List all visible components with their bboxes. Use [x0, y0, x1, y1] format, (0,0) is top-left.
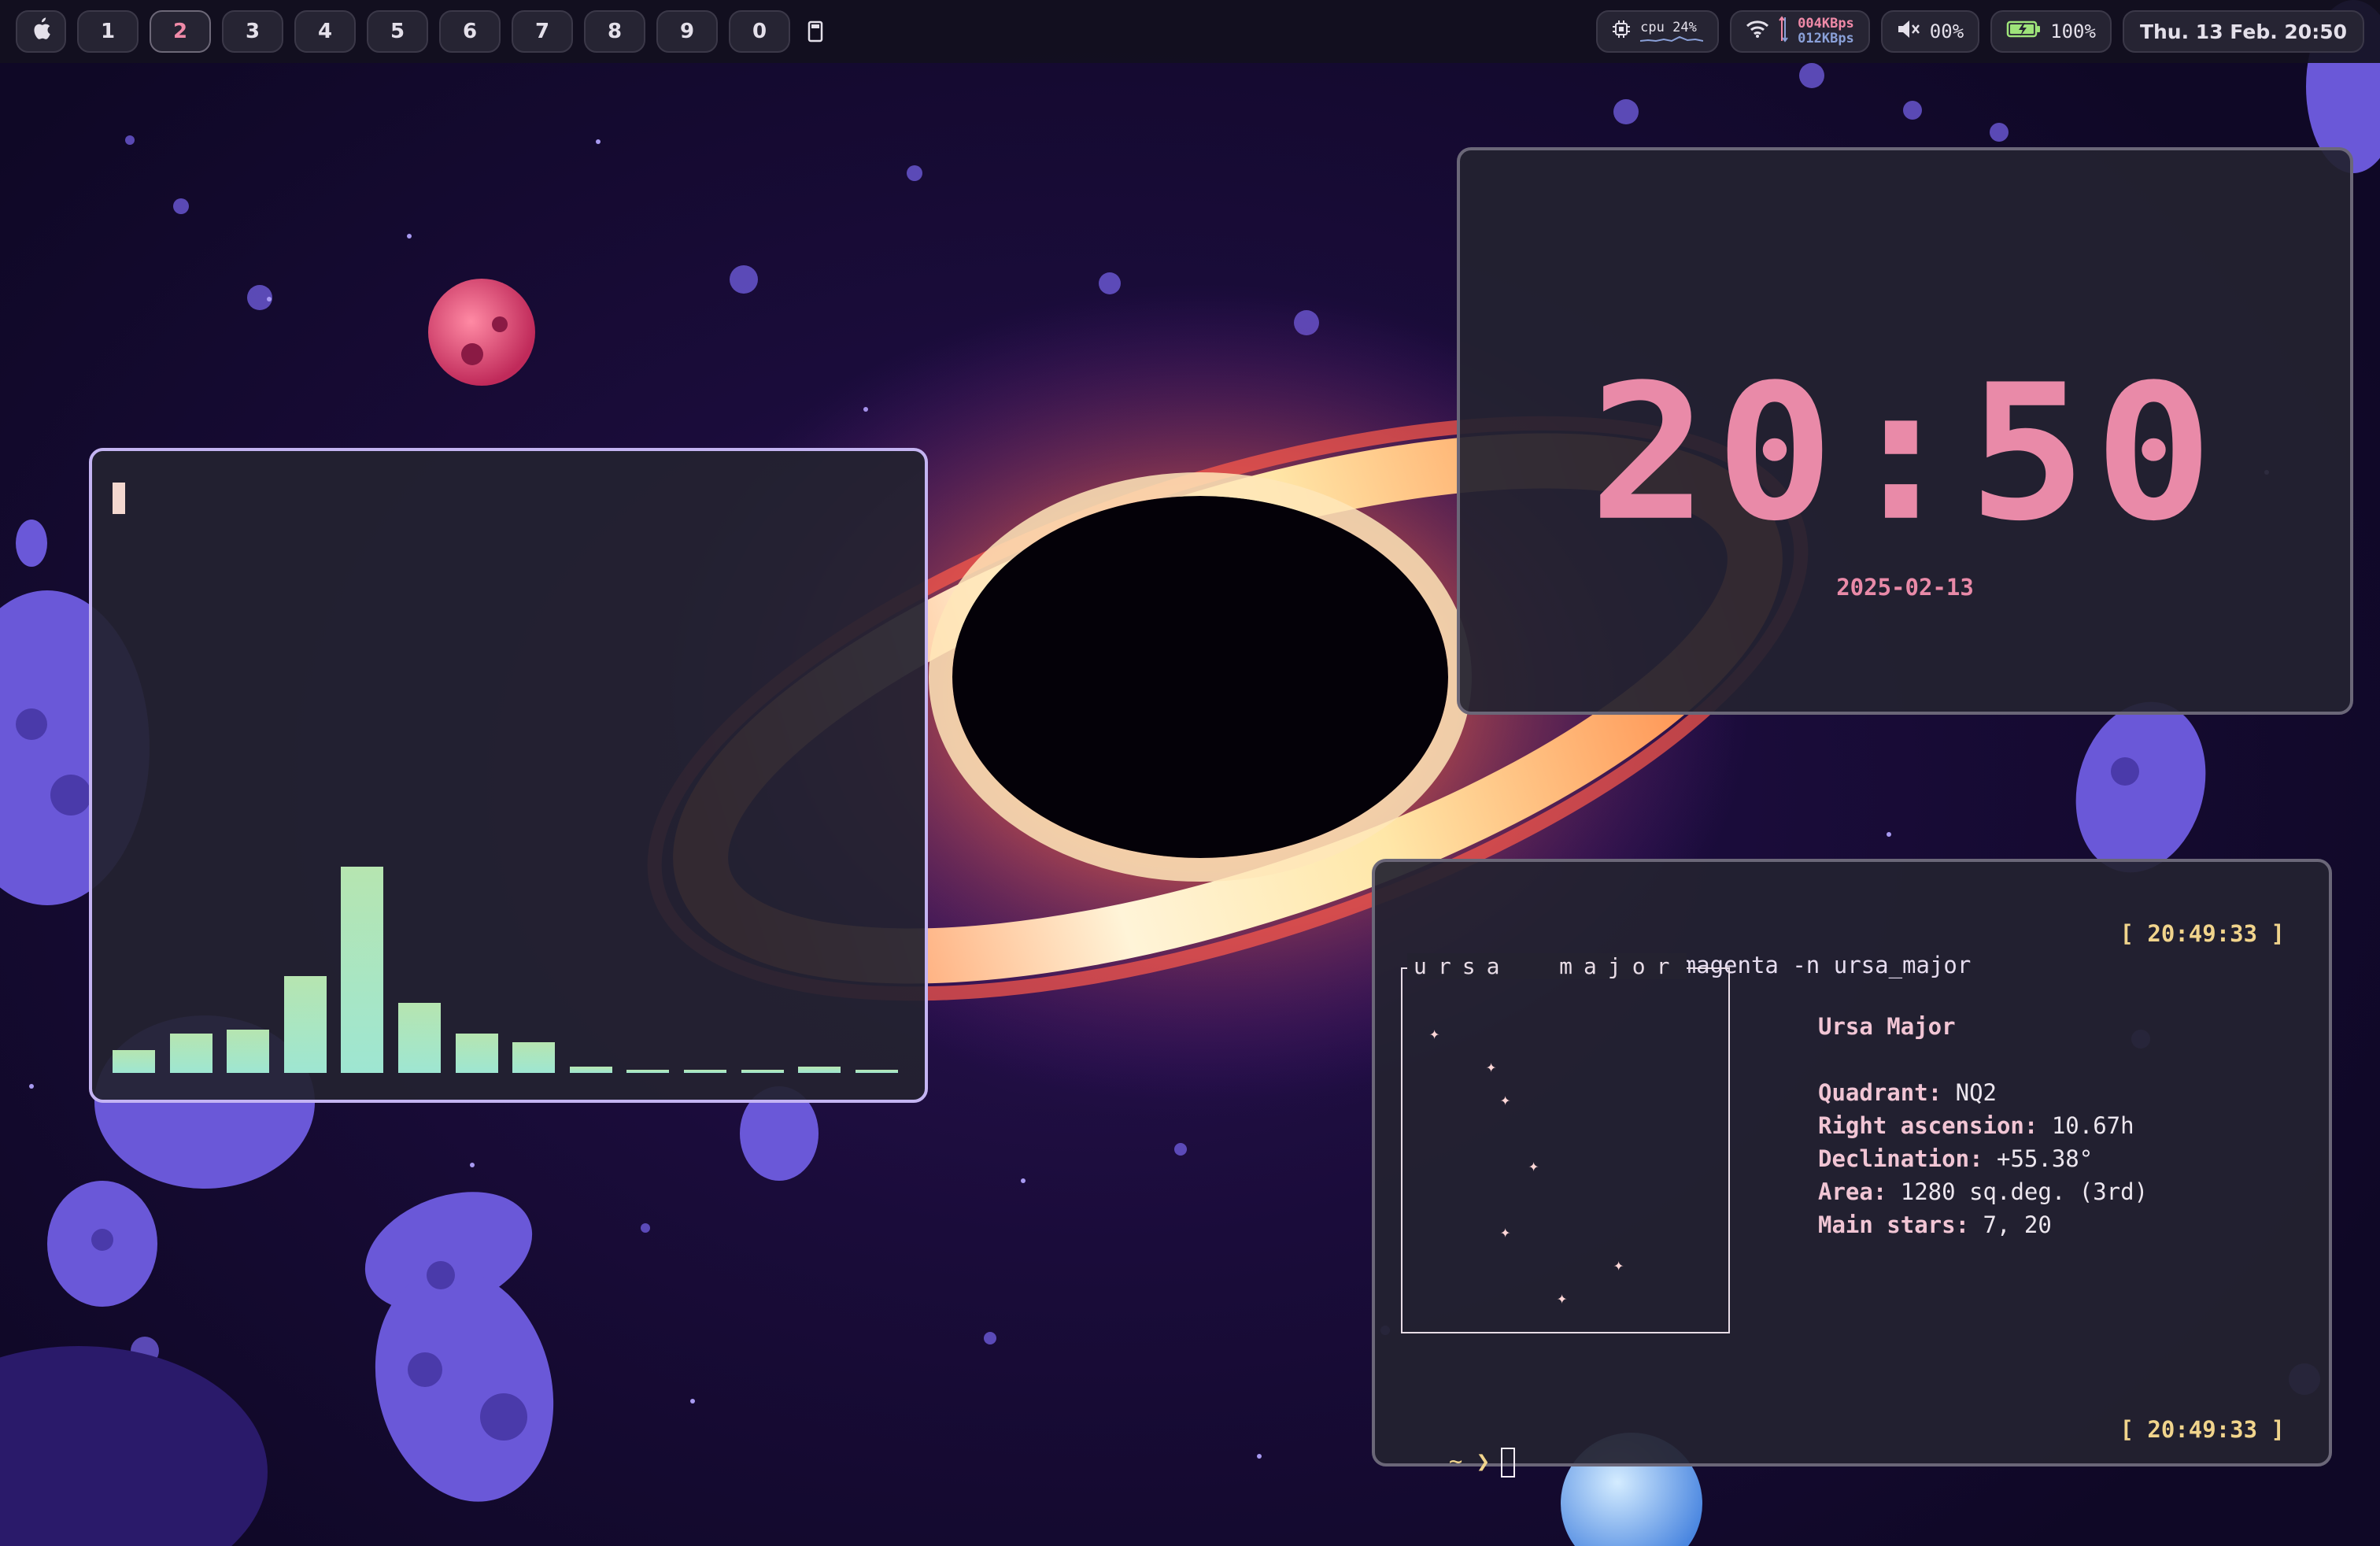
workspace-0-button[interactable]: 0: [729, 10, 790, 53]
info-row-area: Area: 1280 sq.deg. (3rd): [1818, 1178, 2149, 1205]
constellation-info: Ursa Major Quadrant: NQ2 Right ascension…: [1818, 1010, 2148, 1241]
workspace-switcher: 1 2 3 4 5 6 7 8 9 0: [16, 10, 830, 53]
star-5: ✦: [1500, 1222, 1511, 1242]
visualizer-bar: [455, 1034, 498, 1073]
info-value: NQ2: [1955, 1079, 1997, 1106]
workspace-label: 8: [607, 20, 623, 43]
menu-bar: 1 2 3 4 5 6 7 8 9 0 cpu 24% 004KBps 012K…: [0, 0, 2380, 63]
visualizer-bar: [341, 867, 384, 1073]
visualizer-bar: [569, 1067, 612, 1073]
workspace-label: 0: [752, 20, 767, 43]
input-line[interactable]: ~ ❯ [ 20:49:33 ]: [1394, 1414, 2285, 1478]
clock-time: 20:50: [1589, 344, 2221, 562]
input-caret: [1501, 1448, 1516, 1478]
volume-value: 00%: [1929, 20, 1964, 43]
visualizer-bar: [626, 1070, 670, 1073]
constellation-name: Ursa Major: [1818, 1013, 1956, 1040]
workspace-label: 1: [100, 20, 116, 43]
battery-widget[interactable]: 100%: [1990, 10, 2112, 53]
workspace-9-button[interactable]: 9: [656, 10, 718, 53]
info-value: 1280 sq.deg. (3rd): [1900, 1178, 2149, 1205]
info-value: +55.38°: [1996, 1145, 2094, 1172]
star-1: ✦: [1429, 1024, 1440, 1044]
cpu-value: 24%: [1672, 20, 1697, 35]
battery-charging-icon: [2006, 20, 2041, 43]
command-timestamp: [ 20:49:33 ]: [2119, 920, 2285, 947]
visualizer-bar: [283, 975, 327, 1073]
workspace-8-button[interactable]: 8: [584, 10, 645, 53]
window-layout-icon[interactable]: [801, 10, 830, 53]
workspace-3-button[interactable]: 3: [222, 10, 283, 53]
command-line: ~ ❯ starfetch -c magenta -n ursa_major […: [1394, 918, 2285, 978]
cpu-label: cpu: [1640, 20, 1665, 35]
visualizer-bar: [227, 1029, 270, 1073]
star-2: ✦: [1486, 1057, 1497, 1077]
star-7: ✦: [1557, 1289, 1568, 1308]
constellation-box: ursa major ✦ ✦ ✦ ✦ ✦ ✦ ✦: [1401, 953, 1730, 1333]
info-row-right-ascension: Right ascension: 10.67h: [1818, 1112, 2134, 1139]
star-6: ✦: [1613, 1256, 1624, 1275]
battery-value: 100%: [2050, 20, 2096, 43]
visualizer-bar: [113, 1050, 155, 1073]
visualizer-bar: [855, 1070, 898, 1073]
workspace-2-button[interactable]: 2: [150, 10, 211, 53]
cpu-chip-icon: [1612, 20, 1631, 43]
audio-visualizer-window[interactable]: [89, 448, 928, 1103]
clock-window[interactable]: 20:50 2025-02-13: [1457, 147, 2353, 715]
visualizer-bars: [113, 845, 904, 1073]
workspace-label: 5: [390, 20, 405, 43]
visualizer-bar: [512, 1041, 556, 1073]
info-row-main-stars: Main stars: 7, 20: [1818, 1211, 2052, 1238]
visualizer-bar: [398, 1002, 441, 1073]
wifi-icon: [1746, 20, 1769, 43]
workspace-6-button[interactable]: 6: [439, 10, 501, 53]
info-key: Area: [1818, 1178, 1873, 1205]
workspace-label: 2: [172, 20, 188, 43]
clock-date: 2025-02-13: [1836, 574, 1974, 601]
download-rate: 012KBps: [1798, 31, 1854, 46]
upload-rate: 004KBps: [1798, 16, 1854, 31]
workspace-label: 7: [534, 20, 550, 43]
prompt: ~ ❯: [1448, 1448, 1491, 1474]
info-key: Main stars: [1818, 1211, 1956, 1238]
cpu-graph: [1640, 35, 1704, 43]
info-row-quadrant: Quadrant: NQ2: [1818, 1079, 1997, 1106]
workspace-label: 3: [245, 20, 261, 43]
info-key: Right ascension: [1818, 1112, 2024, 1139]
network-widget[interactable]: 004KBps 012KBps: [1730, 10, 1870, 53]
constellation-box-title: ursa major: [1407, 953, 1687, 979]
datetime-widget[interactable]: Thu. 13 Feb. 20:50: [2122, 10, 2364, 53]
updown-arrows-icon: [1779, 16, 1788, 47]
workspace-5-button[interactable]: 5: [367, 10, 428, 53]
visualizer-bar: [684, 1070, 726, 1073]
terminal-window[interactable]: ~ ❯ starfetch -c magenta -n ursa_major […: [1372, 859, 2332, 1478]
speaker-muted-icon: [1897, 19, 1920, 44]
volume-widget[interactable]: 00%: [1880, 10, 1980, 53]
workspace-4-button[interactable]: 4: [294, 10, 356, 53]
workspace-1-button[interactable]: 1: [77, 10, 139, 53]
prompt-timestamp: [ 20:49:33 ]: [2119, 1416, 2285, 1443]
cpu-widget[interactable]: cpu 24%: [1596, 10, 1720, 53]
datetime-label: Thu. 13 Feb. 20:50: [2139, 20, 2347, 43]
terminal-cursor: [113, 483, 125, 514]
visualizer-bar: [169, 1034, 213, 1073]
info-row-declination: Declination: +55.38°: [1818, 1145, 2094, 1172]
info-value: 10.67h: [2051, 1112, 2134, 1139]
apple-logo-icon: [31, 17, 51, 46]
star-4: ✦: [1528, 1156, 1539, 1176]
visualizer-bar: [741, 1070, 784, 1073]
star-3: ✦: [1500, 1090, 1511, 1110]
info-key: Declination: [1818, 1145, 1970, 1172]
info-key: Quadrant: [1818, 1079, 1928, 1106]
visualizer-bar: [798, 1067, 841, 1073]
info-value: 7, 20: [1983, 1211, 2052, 1238]
status-area: cpu 24% 004KBps 012KBps 00% 100% Thu. 13…: [1596, 10, 2364, 53]
workspace-label: 4: [317, 20, 333, 43]
apple-menu-button[interactable]: [16, 10, 66, 53]
workspace-label: 6: [462, 20, 478, 43]
workspace-label: 9: [679, 20, 695, 43]
workspace-7-button[interactable]: 7: [512, 10, 573, 53]
